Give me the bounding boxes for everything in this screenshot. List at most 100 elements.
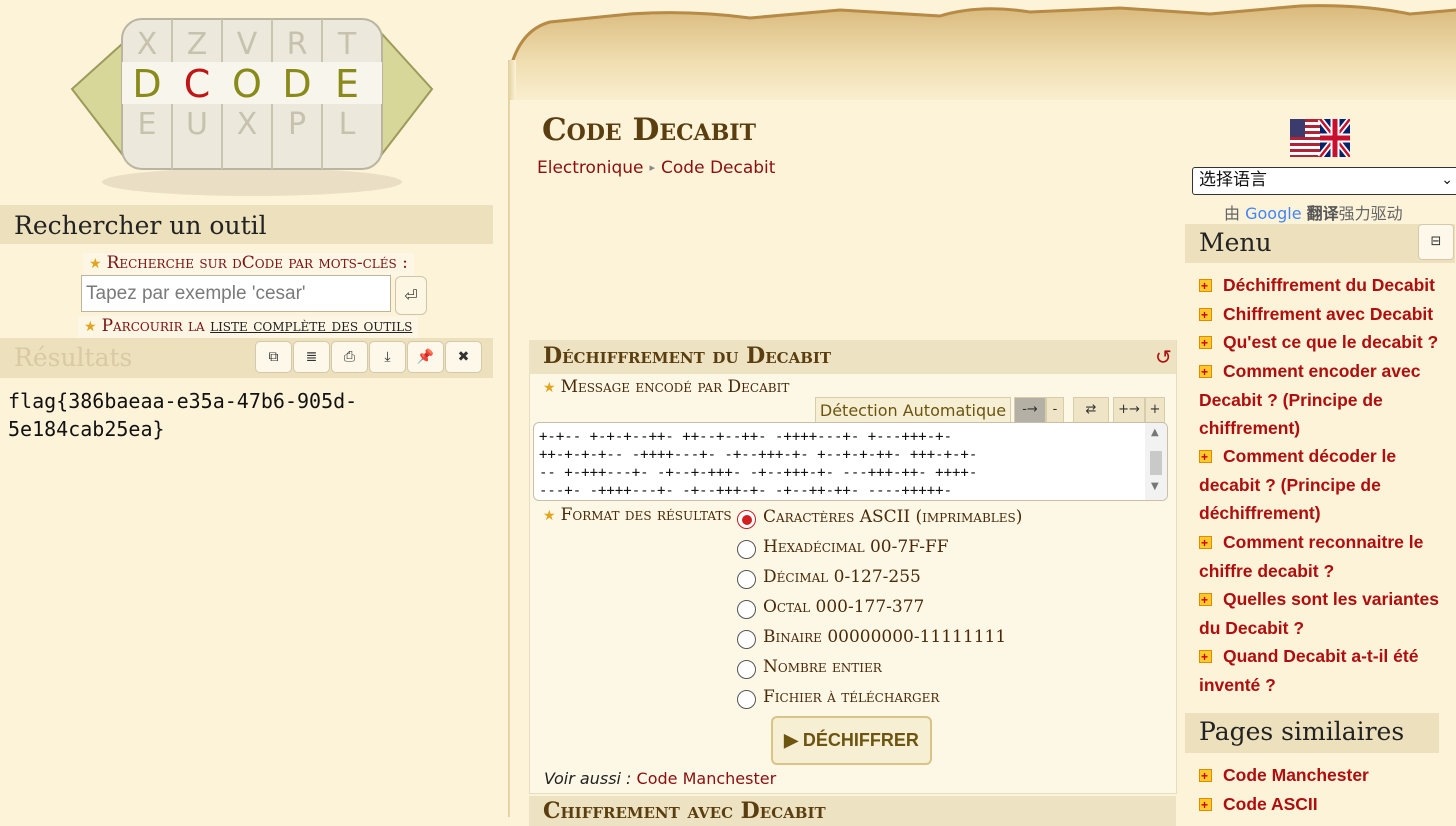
menu-item[interactable]: Quelles sont les variantes du Decabit ?	[1199, 585, 1449, 642]
svg-text:T: T	[337, 27, 357, 62]
scroll-thumb[interactable]	[1150, 451, 1162, 475]
browse-tools-line: ★ Parcourir la liste complète des outils	[78, 316, 419, 338]
logo-letter-e: E	[335, 62, 359, 106]
google-translate-credit: 由 Google 翻译强力驱动	[1224, 204, 1403, 223]
decrypt-section-header: Déchiffrement du Decabit	[529, 340, 1176, 374]
encrypt-section-header: Chiffrement avec Decabit	[529, 796, 1176, 826]
arrow-bullet-icon	[1199, 443, 1212, 472]
arrow-bullet-icon	[1199, 358, 1212, 387]
search-tool-title: Rechercher un outil	[14, 211, 267, 240]
full-tool-list-link[interactable]: liste complète des outils	[210, 316, 412, 336]
message-textarea[interactable]: +-+-- +-+-+--++- ++--+--++- -++++---+- +…	[533, 422, 1168, 501]
svg-text:X: X	[237, 107, 258, 142]
scroll-up-icon[interactable]: ▲	[1151, 427, 1159, 438]
reset-icon[interactable]: ↺	[1155, 345, 1172, 369]
plus-button[interactable]: +	[1145, 397, 1165, 423]
breadcrumb-separator-icon: ▸	[649, 161, 656, 174]
page-title: Code Decabit	[542, 112, 756, 148]
radio-hex[interactable]	[737, 540, 756, 559]
arrow-bullet-icon	[1199, 329, 1212, 358]
menu-collapse-icon[interactable]: ⊟	[1418, 224, 1454, 260]
swap-button[interactable]: ⇄	[1073, 397, 1109, 423]
breadcrumb-electronique[interactable]: Electronique	[537, 158, 643, 178]
format-label: ★ Format des résultats	[543, 505, 732, 525]
result-output: flag{386baeaa-e35a-47b6-905d-5e184cab25e…	[8, 389, 358, 441]
results-title: Résultats	[14, 343, 133, 372]
svg-text:Z: Z	[187, 27, 208, 62]
menu-item[interactable]: Déchiffrement du Decabit	[1199, 271, 1449, 301]
menu-item[interactable]: Chiffrement avec Decabit	[1199, 300, 1449, 330]
logo-letter-c: C	[184, 62, 211, 106]
similar-pages-title: Pages similaires	[1199, 717, 1405, 746]
svg-text:E: E	[138, 107, 157, 142]
similar-page-item[interactable]: Code ASCII	[1199, 790, 1449, 820]
svg-text:V: V	[237, 27, 258, 62]
copy-icon[interactable]: ⧉	[255, 341, 292, 373]
star-icon: ★	[543, 508, 556, 524]
dcode-logo[interactable]: D C O D E XZVRT EUXPL	[52, 4, 452, 202]
download-icon[interactable]: ⤓	[369, 341, 406, 373]
menu-item[interactable]: Comment encoder avec Decabit ? (Principe…	[1199, 357, 1449, 443]
message-text[interactable]: +-+-- +-+-+--++- ++--+--++- -++++---+- +…	[539, 428, 1139, 500]
print-icon[interactable]: ⎙	[331, 341, 368, 373]
arrow-bullet-icon	[1199, 586, 1212, 615]
search-submit-button[interactable]: ⏎	[395, 276, 427, 315]
google-logo[interactable]: Google	[1245, 204, 1301, 223]
breadcrumb-current[interactable]: Code Decabit	[661, 158, 775, 178]
minus-arrow-button[interactable]: -→	[1014, 397, 1046, 423]
similar-page-item[interactable]: Code Manchester	[1199, 761, 1449, 791]
svg-text:U: U	[186, 107, 208, 142]
close-icon[interactable]: ✖	[445, 341, 482, 373]
menu-item[interactable]: Comment décoder le decabit ? (Principe d…	[1199, 442, 1449, 528]
decrypt-section-title: Déchiffrement du Decabit	[543, 343, 832, 369]
encrypt-section-title: Chiffrement avec Decabit	[543, 798, 826, 824]
logo-letter-d: D	[132, 62, 161, 106]
logo-letter-o: O	[232, 62, 262, 106]
language-select[interactable]: 选择语言 ⌄	[1192, 167, 1456, 195]
textarea-scrollbar[interactable]: ▲ ▼	[1145, 423, 1167, 500]
radio-integer[interactable]	[737, 660, 756, 679]
scroll-icon[interactable]: ≣	[293, 341, 330, 373]
arrow-bullet-icon	[1199, 272, 1212, 301]
language-flag-icon[interactable]	[1290, 119, 1350, 157]
menu-item[interactable]: Qu'est ce que le decabit ?	[1199, 328, 1449, 358]
arrow-bullet-icon	[1199, 301, 1212, 330]
see-also: Voir aussi : Code Manchester	[544, 769, 777, 788]
star-icon: ★	[89, 256, 102, 272]
star-icon: ★	[543, 380, 556, 396]
breadcrumb: Electronique ▸ Code Decabit	[537, 158, 775, 178]
menu-title: Menu	[1199, 228, 1272, 257]
arrow-bullet-icon	[1199, 529, 1212, 558]
radio-octal[interactable]	[737, 600, 756, 619]
search-input[interactable]	[81, 275, 391, 312]
menu-header: Menu	[1185, 224, 1455, 263]
scroll-down-icon[interactable]: ▼	[1151, 481, 1159, 492]
star-icon: ★	[84, 319, 97, 335]
menu-item[interactable]: Comment reconnaitre le chiffre decabit ?	[1199, 528, 1449, 585]
plus-arrow-button[interactable]: +→	[1113, 397, 1145, 423]
see-also-link[interactable]: Code Manchester	[637, 769, 777, 788]
chevron-down-icon: ⌄	[1441, 172, 1453, 188]
svg-text:X: X	[137, 27, 158, 62]
pin-icon[interactable]: 📌	[407, 341, 444, 373]
menu-item[interactable]: Quand Decabit a-t-il été inventé ?	[1199, 642, 1449, 699]
svg-text:L: L	[339, 107, 356, 142]
logo-letter-d2: D	[282, 62, 311, 106]
search-tool-header: Rechercher un outil	[0, 205, 493, 244]
arrow-bullet-icon	[1199, 643, 1212, 672]
radio-ascii[interactable]	[737, 510, 756, 529]
svg-text:P: P	[288, 107, 306, 142]
arrow-bullet-icon	[1199, 762, 1212, 791]
message-label: ★ Message encodé par Decabit	[543, 377, 790, 397]
parchment-top-decoration	[510, 0, 1456, 112]
radio-file[interactable]	[737, 690, 756, 709]
auto-detect-button[interactable]: Détection Automatique	[815, 397, 1011, 425]
arrow-bullet-icon	[1199, 791, 1212, 820]
radio-decimal[interactable]	[737, 570, 756, 589]
decrypt-button[interactable]: ▶ DÉCHIFFRER	[771, 716, 932, 765]
svg-text:R: R	[287, 27, 308, 62]
keyword-search-label: ★ Recherche sur dCode par mots-clés :	[83, 253, 414, 277]
similar-pages-header: Pages similaires	[1185, 713, 1439, 753]
minus-button[interactable]: -	[1046, 397, 1064, 423]
radio-binary[interactable]	[737, 630, 756, 649]
